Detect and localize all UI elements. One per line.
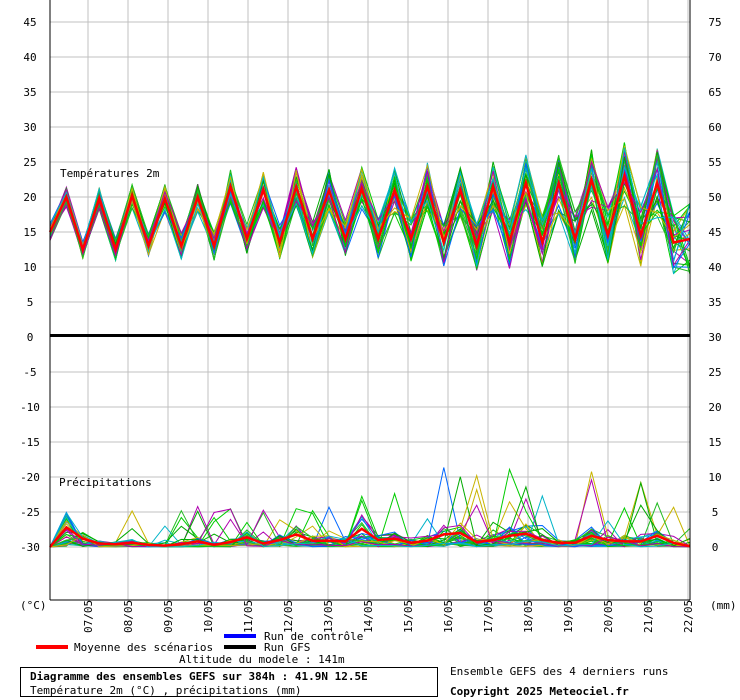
right-unit-label: (mm) xyxy=(710,599,737,612)
temp-right-tick: 70 xyxy=(708,51,721,64)
ensemble-note: Ensemble GEFS des 4 derniers runs xyxy=(450,665,669,678)
temperature-panel-title: Températures 2m xyxy=(60,167,160,180)
temp-left-tick: 40 xyxy=(23,51,36,64)
precip-left-tick: -20 xyxy=(20,471,40,484)
precip-left-tick: -15 xyxy=(20,436,40,449)
date-tick-label: 11/05 xyxy=(242,600,255,633)
diagram-info-box: Diagramme des ensembles GEFS sur 384h : … xyxy=(20,667,438,697)
temp-right-tick: 30 xyxy=(708,331,721,344)
temp-left-tick: 20 xyxy=(23,191,36,204)
temp-right-tick: 50 xyxy=(708,191,721,204)
temp-left-tick: 0 xyxy=(27,331,34,344)
diagram-title: Diagramme des ensembles GEFS sur 384h : … xyxy=(30,670,368,683)
temp-right-tick: 55 xyxy=(708,156,721,169)
precip-right-tick: 5 xyxy=(712,506,719,519)
date-tick-label: 08/05 xyxy=(122,600,135,633)
precip-right-tick: 20 xyxy=(708,401,721,414)
date-tick-label: 13/05 xyxy=(322,600,335,633)
temp-left-tick: 30 xyxy=(23,121,36,134)
ensemble-chart: 45403530252015105075706560555045403530-5… xyxy=(20,0,737,698)
temp-right-tick: 45 xyxy=(708,226,721,239)
temp-left-tick: 10 xyxy=(23,261,36,274)
date-tick-label: 22/05 xyxy=(682,600,695,633)
date-tick-label: 15/05 xyxy=(402,600,415,633)
precip-left-tick: -30 xyxy=(20,541,40,554)
precip-left-tick: -5 xyxy=(23,366,36,379)
copyright-label: Copyright 2025 Meteociel.fr xyxy=(450,685,629,698)
temp-right-tick: 35 xyxy=(708,296,721,309)
temp-left-tick: 45 xyxy=(23,16,36,29)
precip-right-tick: 0 xyxy=(712,541,719,554)
precipitation-panel-title: Précipitations xyxy=(59,476,152,489)
altitude-label: Altitude du modele : 141m xyxy=(179,653,345,666)
temp-left-tick: 15 xyxy=(23,226,36,239)
plot-frame xyxy=(49,0,691,601)
precip-left-tick: -25 xyxy=(20,506,40,519)
date-tick-label: 21/05 xyxy=(642,600,655,633)
diagram-subtitle: Température 2m (°C) , précipitations (mm… xyxy=(30,684,302,697)
left-unit-label: (°C) xyxy=(20,599,47,612)
temp-left-tick: 25 xyxy=(23,156,36,169)
date-tick-label: 14/05 xyxy=(362,600,375,633)
precip-right-tick: 10 xyxy=(708,471,721,484)
date-tick-label: 20/05 xyxy=(602,600,615,633)
temp-left-tick: 5 xyxy=(27,296,34,309)
grid xyxy=(50,0,690,600)
temp-right-tick: 60 xyxy=(708,121,721,134)
date-tick-label: 09/05 xyxy=(162,600,175,633)
temp-right-tick: 75 xyxy=(708,16,721,29)
temp-right-tick: 40 xyxy=(708,261,721,274)
date-tick-label: 18/05 xyxy=(522,600,535,633)
date-tick-label: 19/05 xyxy=(562,600,575,633)
precip-right-tick: 25 xyxy=(708,366,721,379)
date-tick-label: 07/05 xyxy=(82,600,95,633)
temp-left-tick: 35 xyxy=(23,86,36,99)
date-tick-label: 10/05 xyxy=(202,600,215,633)
date-tick-label: 12/05 xyxy=(282,600,295,633)
date-tick-label: 16/05 xyxy=(442,600,455,633)
temp-right-tick: 65 xyxy=(708,86,721,99)
date-tick-label: 17/05 xyxy=(482,600,495,633)
precip-left-tick: -10 xyxy=(20,401,40,414)
precip-right-tick: 15 xyxy=(708,436,721,449)
